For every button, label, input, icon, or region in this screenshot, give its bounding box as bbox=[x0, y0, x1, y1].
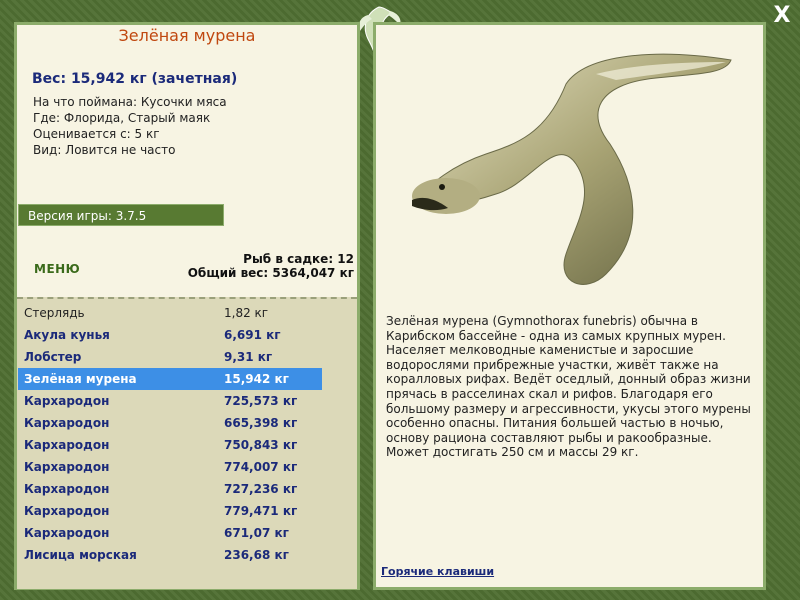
list-item-weight: 727,236 кг bbox=[224, 482, 298, 496]
list-item-weight: 750,843 кг bbox=[224, 438, 298, 452]
list-item-weight: 665,398 кг bbox=[224, 416, 298, 430]
list-item-weight: 1,82 кг bbox=[224, 306, 269, 320]
list-item-selected[interactable]: Зелёная мурена 15,942 кг bbox=[18, 368, 322, 390]
menu-button[interactable]: МЕНЮ bbox=[34, 262, 80, 276]
list-item[interactable]: Акула кунья 6,691 кг bbox=[18, 324, 322, 346]
hotkeys-link[interactable]: Горячие клавиши bbox=[381, 565, 494, 578]
fish-description: Зелёная мурена (Gymnothorax funebris) об… bbox=[386, 314, 751, 460]
moray-eel-image bbox=[412, 53, 732, 285]
list-item-name: Зелёная мурена bbox=[24, 372, 137, 386]
list-item-name: Кархародон bbox=[24, 460, 110, 474]
list-item-name: Кархародон bbox=[24, 416, 110, 430]
list-item[interactable]: Стерлядь 1,82 кг bbox=[18, 302, 322, 324]
fish-frequency: Вид: Ловится не часто bbox=[33, 143, 176, 157]
list-item-weight: 15,942 кг bbox=[224, 372, 289, 386]
list-item-weight: 774,007 кг bbox=[224, 460, 298, 474]
close-icon: X bbox=[773, 3, 791, 28]
version-bar: Версия игры: 3.7.5 bbox=[18, 204, 224, 226]
fish-bait: На что поймана: Кусочки мяса bbox=[33, 95, 227, 109]
list-item-weight: 779,471 кг bbox=[224, 504, 298, 518]
list-item-name: Лобстер bbox=[24, 350, 82, 364]
list-item-name: Кархародон bbox=[24, 526, 110, 540]
fish-location: Где: Флорида, Старый маяк bbox=[33, 111, 211, 125]
fish-name: Зелёная мурена bbox=[118, 26, 256, 45]
list-item[interactable]: Кархародон 774,007 кг bbox=[18, 456, 322, 478]
list-item-weight: 9,31 кг bbox=[224, 350, 273, 364]
list-item[interactable]: Кархародон 750,843 кг bbox=[18, 434, 322, 456]
list-item[interactable]: Кархародон 665,398 кг bbox=[18, 412, 322, 434]
list-item[interactable]: Лисица морская 236,68 кг bbox=[18, 544, 322, 566]
list-item[interactable]: Кархародон 779,471 кг bbox=[18, 500, 322, 522]
list-item-weight: 725,573 кг bbox=[224, 394, 298, 408]
list-item-name: Кархародон bbox=[24, 438, 110, 452]
fish-valued-from: Оценивается с: 5 кг bbox=[33, 127, 160, 141]
list-item-weight: 236,68 кг bbox=[224, 548, 289, 562]
list-item-weight: 671,07 кг bbox=[224, 526, 289, 540]
close-button[interactable]: X bbox=[770, 4, 794, 28]
list-item-weight: 6,691 кг bbox=[224, 328, 281, 342]
list-item-name: Стерлядь bbox=[24, 306, 85, 320]
list-item-name: Акула кунья bbox=[24, 328, 110, 342]
list-item-name: Кархародон bbox=[24, 504, 110, 518]
fish-weight: Вес: 15,942 кг (зачетная) bbox=[32, 71, 238, 87]
list-item-name: Кархародон bbox=[24, 482, 110, 496]
catch-list: Стерлядь 1,82 кг Акула кунья 6,691 кг Лобс… bbox=[18, 302, 322, 566]
fish-in-cage: Рыб в садке: 12 bbox=[243, 252, 354, 266]
list-item[interactable]: Кархародон 671,07 кг bbox=[18, 522, 322, 544]
list-item-name: Лисица морская bbox=[24, 548, 137, 562]
list-item-name: Кархародон bbox=[24, 394, 110, 408]
total-weight: Общий вес: 5364,047 кг bbox=[187, 266, 354, 280]
list-item[interactable]: Кархародон 725,573 кг bbox=[18, 390, 322, 412]
list-item[interactable]: Кархародон 727,236 кг bbox=[18, 478, 322, 500]
list-item[interactable]: Лобстер 9,31 кг bbox=[18, 346, 322, 368]
